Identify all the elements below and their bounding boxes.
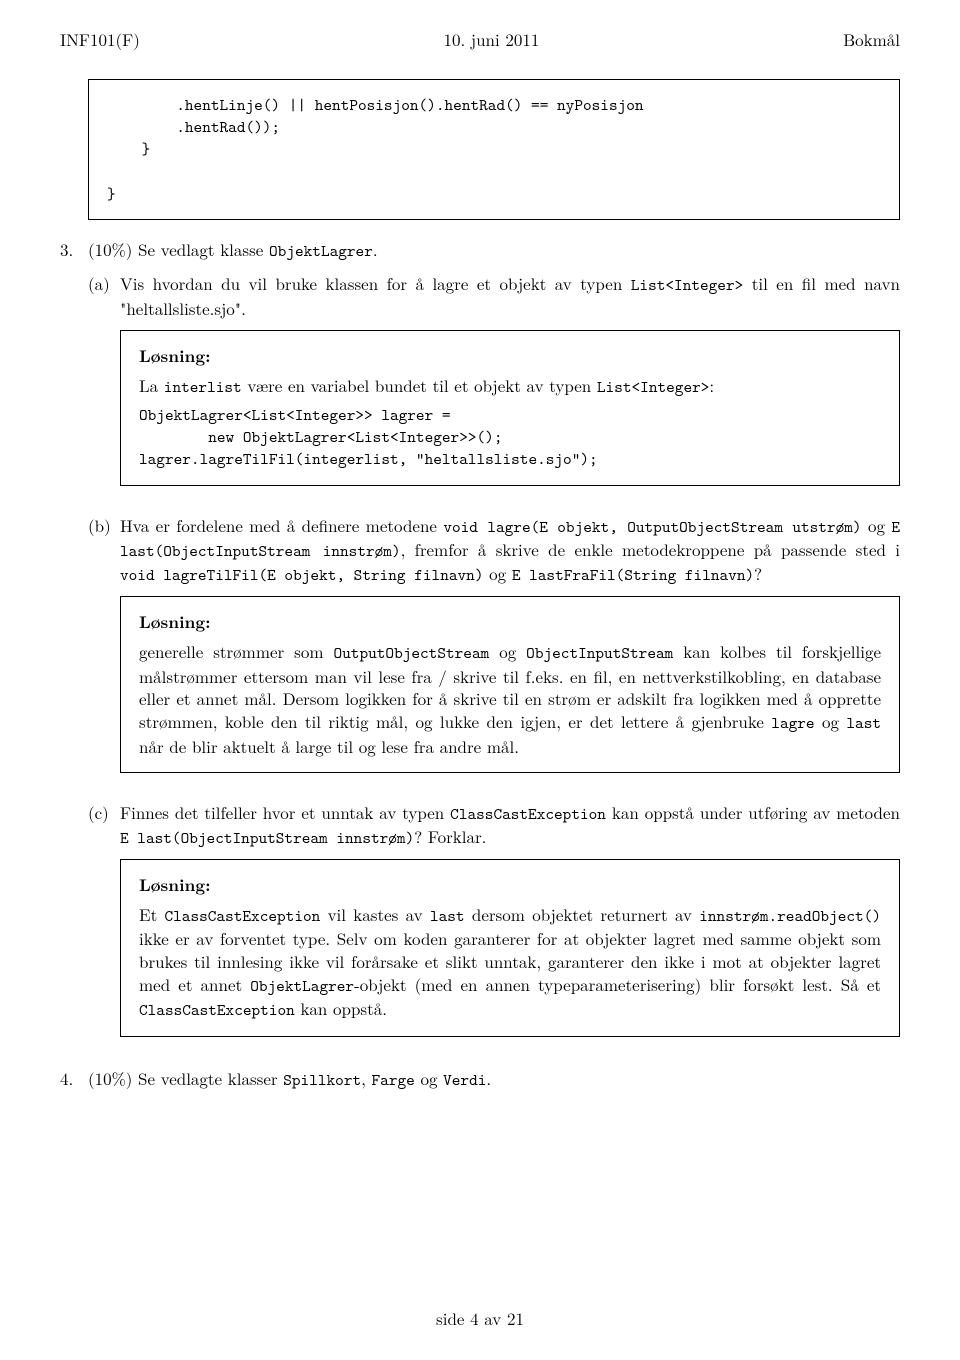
q4-text: (10%) Se vedlagte klasser Spillkort, Far… xyxy=(88,1067,900,1091)
page: INF101(F) 10. juni 2011 Bokmål .hentLinj… xyxy=(0,0,960,1360)
q3-b: (b) Hva er fordelene med å definere meto… xyxy=(88,514,900,791)
q3-a-text: Vis hvordan du vil bruke klassen for å l… xyxy=(120,272,900,319)
solution-3c-para: Et ClassCastException vil kastes av last… xyxy=(139,903,881,1022)
q3-number: 3. xyxy=(60,238,88,1054)
q4-number: 4. xyxy=(60,1067,88,1091)
q3-a-label: (a) xyxy=(88,272,120,503)
content-indent: .hentLinje() || hentPosisjon().hentRad()… xyxy=(88,79,900,220)
solution-3a-para: La interlist være en variabel bundet til… xyxy=(139,374,881,398)
header-left: INF101(F) xyxy=(60,28,140,51)
page-header: INF101(F) 10. juni 2011 Bokmål xyxy=(60,28,900,51)
code-box-1: .hentLinje() || hentPosisjon().hentRad()… xyxy=(88,79,900,220)
solution-title: Løsning: xyxy=(139,345,881,368)
solution-box-3b: Løsning: generelle strømmer som OutputOb… xyxy=(120,596,900,772)
solution-3a-code: ObjektLagrer<List<Integer>> lagrer = new… xyxy=(139,404,881,471)
solution-box-3c: Løsning: Et ClassCastException vil kaste… xyxy=(120,859,900,1037)
solution-title: Løsning: xyxy=(139,611,881,634)
code-snippet: .hentLinje() || hentPosisjon().hentRad()… xyxy=(107,94,881,205)
q3-c-text: Finnes det tilfeller hvor et unntak av t… xyxy=(120,801,900,850)
q3-b-label: (b) xyxy=(88,514,120,791)
page-footer: side 4 av 21 xyxy=(0,1307,960,1330)
question-4: 4. (10%) Se vedlagte klasser Spillkort, … xyxy=(60,1067,900,1091)
q3-c-label: (c) xyxy=(88,801,120,1055)
question-3: 3. (10%) Se vedlagt klasse ObjektLagrer.… xyxy=(60,238,900,1054)
header-center: 10. juni 2011 xyxy=(444,28,540,51)
solution-3b-para: generelle strømmer som OutputObjectStrea… xyxy=(139,640,881,757)
q3-intro: (10%) Se vedlagt klasse ObjektLagrer. xyxy=(88,238,900,262)
solution-title: Løsning: xyxy=(139,874,881,897)
header-right: Bokmål xyxy=(843,28,900,51)
q3-c: (c) Finnes det tilfeller hvor et unntak … xyxy=(88,801,900,1055)
q3-b-text: Hva er fordelene med å definere metodene… xyxy=(120,514,900,587)
solution-box-3a: Løsning: La interlist være en variabel b… xyxy=(120,330,900,486)
q3-a: (a) Vis hvordan du vil bruke klassen for… xyxy=(88,272,900,503)
